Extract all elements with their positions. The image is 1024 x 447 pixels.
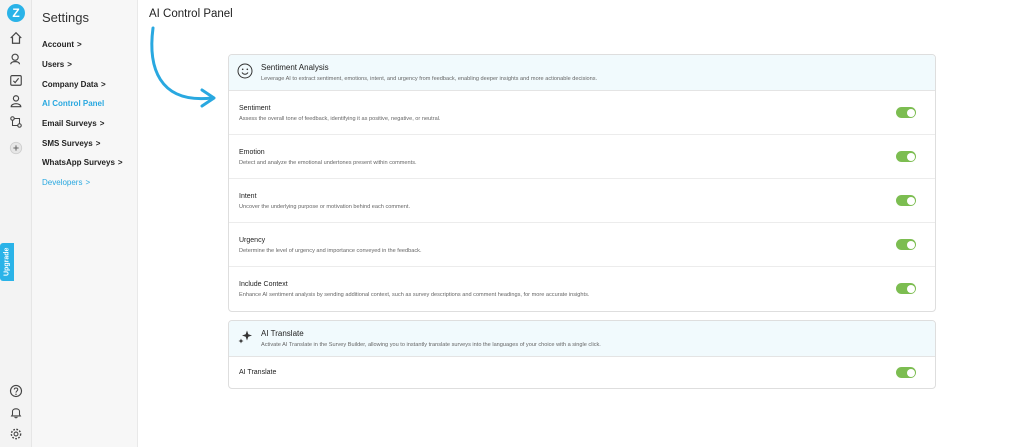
help-icon[interactable] bbox=[8, 383, 24, 399]
setting-title: Intent bbox=[239, 193, 257, 200]
sidebar-item-developers[interactable]: Developers > bbox=[42, 178, 90, 187]
sentiment-card-header: Sentiment Analysis Leverage AI to extrac… bbox=[229, 55, 935, 91]
sidebar-item-sms-surveys[interactable]: SMS Surveys > bbox=[42, 139, 100, 148]
upgrade-button[interactable]: Upgrade bbox=[0, 243, 14, 281]
annotation-arrow-icon bbox=[150, 26, 216, 108]
setting-description: Uncover the underlying purpose or motiva… bbox=[239, 204, 411, 210]
sidebar-item-company-data[interactable]: Company Data > bbox=[42, 80, 106, 89]
translate-card-header: AI Translate Activate AI Translate in th… bbox=[229, 321, 935, 357]
sidebar-item-email-surveys[interactable]: Email Surveys > bbox=[42, 119, 104, 128]
setting-description: Determine the level of urgency and impor… bbox=[239, 248, 422, 254]
smile-icon bbox=[237, 63, 253, 79]
setting-title: Urgency bbox=[239, 237, 266, 244]
icon-rail: Z Upgrade bbox=[0, 0, 32, 447]
sidebar-title: Settings bbox=[42, 10, 89, 25]
toggle-knob bbox=[906, 240, 915, 249]
sidebar-item-ai-control-panel[interactable]: AI Control Panel bbox=[42, 99, 104, 108]
toggle-knob bbox=[906, 284, 915, 293]
user-icon[interactable] bbox=[8, 93, 24, 109]
sidebar-item-users[interactable]: Users > bbox=[42, 60, 72, 69]
settings-sidebar: Settings Account > Users > Company Data > A… bbox=[32, 0, 138, 447]
toggle-knob bbox=[906, 196, 915, 205]
setting-description: Assess the overall tone of feedback, ide… bbox=[239, 116, 441, 122]
setting-title: Include Context bbox=[239, 281, 288, 288]
translate-card-description: Activate AI Translate in the Survey Buil… bbox=[261, 342, 601, 348]
setting-row-emotion: Emotion Detect and analyze the emotional… bbox=[229, 135, 935, 179]
setting-row-sentiment: Sentiment Assess the overall tone of fee… bbox=[229, 91, 935, 135]
sentiment-analysis-card: Sentiment Analysis Leverage AI to extrac… bbox=[228, 54, 936, 312]
setting-row-intent: Intent Uncover the underlying purpose or… bbox=[229, 179, 935, 223]
translate-card-title: AI Translate bbox=[261, 329, 304, 338]
sidebar-item-whatsapp-surveys[interactable]: WhatsApp Surveys > bbox=[42, 158, 123, 167]
sentiment-toggle[interactable] bbox=[896, 107, 916, 118]
setting-title: Emotion bbox=[239, 149, 265, 156]
emotion-toggle[interactable] bbox=[896, 151, 916, 162]
setting-row-include-context: Include Context Enhance AI sentiment ana… bbox=[229, 267, 935, 311]
setting-title: Sentiment bbox=[239, 105, 271, 112]
zonka-logo[interactable]: Z bbox=[7, 4, 25, 22]
toggle-knob bbox=[906, 152, 915, 161]
toggle-knob bbox=[906, 108, 915, 117]
search-users-icon[interactable] bbox=[8, 51, 24, 67]
surveys-icon[interactable] bbox=[8, 72, 24, 88]
setting-title: AI Translate bbox=[239, 369, 277, 376]
intent-toggle[interactable] bbox=[896, 195, 916, 206]
gear-icon[interactable] bbox=[8, 426, 24, 442]
include-context-toggle[interactable] bbox=[896, 283, 916, 294]
plus-icon[interactable] bbox=[8, 140, 24, 156]
setting-row-urgency: Urgency Determine the level of urgency a… bbox=[229, 223, 935, 267]
sentiment-card-title: Sentiment Analysis bbox=[261, 63, 329, 72]
setting-description: Detect and analyze the emotional underto… bbox=[239, 160, 417, 166]
sidebar-item-account[interactable]: Account > bbox=[42, 40, 82, 49]
sparkle-icon bbox=[238, 330, 252, 344]
page-title: AI Control Panel bbox=[149, 8, 233, 20]
home-icon[interactable] bbox=[8, 30, 24, 46]
setting-row-ai-translate: AI Translate bbox=[229, 357, 935, 388]
notifications-icon[interactable] bbox=[8, 404, 24, 420]
integrations-icon[interactable] bbox=[8, 114, 24, 130]
ai-translate-card: AI Translate Activate AI Translate in th… bbox=[228, 320, 936, 389]
ai-translate-toggle[interactable] bbox=[896, 367, 916, 378]
setting-description: Enhance AI sentiment analysis by sending… bbox=[239, 292, 590, 298]
urgency-toggle[interactable] bbox=[896, 239, 916, 250]
sentiment-card-description: Leverage AI to extract sentiment, emotio… bbox=[261, 76, 598, 82]
toggle-knob bbox=[906, 368, 915, 377]
